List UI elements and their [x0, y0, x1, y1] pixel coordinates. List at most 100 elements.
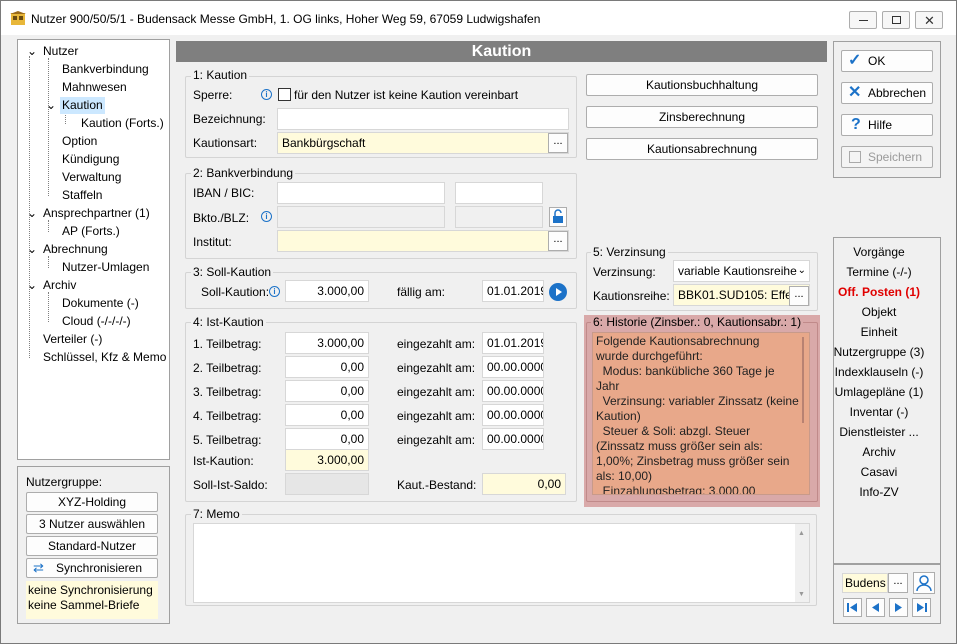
tree-expander[interactable]: ⌄: [46, 98, 56, 112]
tree-item-bankverbindung[interactable]: Bankverbindung: [62, 62, 149, 76]
tree-item-verwaltung[interactable]: Verwaltung: [62, 170, 121, 184]
link-item[interactable]: Casavi: [833, 465, 925, 479]
tree-item-schluessel[interactable]: Schlüssel, Kfz & Memo: [43, 350, 166, 364]
link-item[interactable]: Umlagepläne (1): [833, 385, 925, 399]
tree-item-archiv[interactable]: Archiv: [43, 278, 76, 292]
sperre-checkbox[interactable]: [278, 88, 291, 101]
kautionsbuchhaltung-button[interactable]: Kautionsbuchhaltung: [586, 74, 818, 96]
footer-name-field[interactable]: Budens: [842, 573, 888, 593]
chevron-down-icon: ⌄: [797, 265, 806, 276]
tree-item-kaution[interactable]: Kaution: [60, 97, 105, 114]
minimize-button[interactable]: [849, 11, 877, 29]
speichern-button[interactable]: Speichern: [841, 146, 933, 168]
ist-kaution-input[interactable]: 3.000,00: [285, 449, 369, 471]
tree-item-nutzer-umlagen[interactable]: Nutzer-Umlagen: [62, 260, 149, 274]
kautionsart-picker-button[interactable]: ...: [548, 133, 568, 153]
xyz-holding-button[interactable]: XYZ-Holding: [26, 492, 158, 512]
memo-scrollbar[interactable]: ▲ ▼: [795, 524, 809, 602]
kautionsabrechnung-button[interactable]: Kautionsabrechnung: [586, 138, 818, 160]
historie-textarea[interactable]: Folgende Kautionsabrechnung wurde durchge…: [592, 332, 810, 495]
tree-item-dokumente[interactable]: Dokumente (-): [62, 296, 139, 310]
tree-item-ap-forts[interactable]: AP (Forts.): [62, 224, 120, 238]
link-item[interactable]: Dienstleister ...: [833, 425, 925, 439]
info-icon[interactable]: i: [269, 286, 280, 297]
last-record-button[interactable]: [912, 598, 931, 617]
link-item[interactable]: Archiv: [833, 445, 925, 459]
historie-scrollbar[interactable]: [802, 337, 804, 423]
blz-input[interactable]: [455, 206, 543, 228]
nutzer-auswaehlen-button[interactable]: 3 Nutzer auswählen: [26, 514, 158, 534]
info-icon[interactable]: i: [261, 89, 272, 100]
scroll-up-icon[interactable]: ▲: [798, 530, 805, 537]
tree-item-staffeln[interactable]: Staffeln: [62, 188, 102, 202]
saldo-input[interactable]: [285, 473, 369, 495]
footer-picker-button[interactable]: ...: [888, 573, 908, 593]
user-icon[interactable]: [913, 572, 935, 594]
tree-expander[interactable]: ⌄: [27, 242, 37, 256]
institut-input[interactable]: [277, 230, 569, 252]
soll-kaution-input[interactable]: 3.000,00: [285, 280, 369, 302]
bezeichnung-input[interactable]: [277, 108, 569, 130]
tree-expander[interactable]: ⌄: [27, 44, 37, 58]
tree-item-mahnwesen[interactable]: Mahnwesen: [62, 80, 127, 94]
eingezahlt-input[interactable]: 00.00.0000: [482, 356, 544, 378]
bkto-input[interactable]: [277, 206, 445, 228]
info-icon[interactable]: i: [261, 211, 272, 222]
link-item[interactable]: Info-ZV: [833, 485, 925, 499]
institut-picker-button[interactable]: ...: [548, 231, 568, 251]
tree-item-ansprechpartner[interactable]: Ansprechpartner (1): [43, 206, 150, 220]
synchronisieren-button[interactable]: ⇄ Synchronisieren: [26, 558, 158, 578]
tree-item-option[interactable]: Option: [62, 134, 97, 148]
close-button[interactable]: ✕: [915, 11, 943, 29]
scroll-down-icon[interactable]: ▼: [798, 591, 805, 598]
zinsberechnung-button[interactable]: Zinsberechnung: [586, 106, 818, 128]
link-item[interactable]: Termine (-/-): [833, 265, 925, 279]
bkto-label: Bkto./BLZ:: [193, 211, 250, 225]
bestand-input[interactable]: 0,00: [482, 473, 566, 495]
teilbetrag-input[interactable]: 0,00: [285, 356, 369, 378]
teilbetrag-input[interactable]: 0,00: [285, 404, 369, 426]
abbrechen-button[interactable]: ✕ Abbrechen: [841, 82, 933, 104]
link-item[interactable]: Vorgänge: [833, 245, 925, 259]
link-item[interactable]: Off. Posten (1): [833, 285, 925, 299]
tree-item-abrechnung[interactable]: Abrechnung: [43, 242, 108, 256]
tree-expander[interactable]: ⌄: [27, 278, 37, 292]
memo-textarea[interactable]: ▲ ▼: [193, 523, 810, 603]
tree-item-verteiler[interactable]: Verteiler (-): [43, 332, 102, 346]
lock-icon[interactable]: [549, 207, 567, 227]
eingezahlt-label: eingezahlt am:: [397, 337, 476, 351]
tree-item-cloud[interactable]: Cloud (-/-/-/-): [62, 314, 131, 328]
link-item[interactable]: Indexklauseln (-): [833, 365, 925, 379]
faellig-label: fällig am:: [397, 285, 446, 299]
faellig-input[interactable]: 01.01.2019: [482, 280, 544, 302]
hilfe-button[interactable]: ? Hilfe: [841, 114, 933, 136]
link-item[interactable]: Einheit: [833, 325, 925, 339]
iban-input[interactable]: [277, 182, 445, 204]
eingezahlt-input[interactable]: 00.00.0000: [482, 428, 544, 450]
play-icon[interactable]: [548, 282, 568, 302]
ok-button[interactable]: ✓ OK: [841, 50, 933, 72]
bic-input[interactable]: [455, 182, 543, 204]
link-item[interactable]: Nutzergruppe (3): [833, 345, 925, 359]
teilbetrag-input[interactable]: 3.000,00: [285, 332, 369, 354]
first-record-button[interactable]: [843, 598, 862, 617]
prev-record-button[interactable]: [866, 598, 885, 617]
tree-item-nutzer[interactable]: Nutzer: [43, 44, 78, 58]
link-item[interactable]: Objekt: [833, 305, 925, 319]
eingezahlt-input[interactable]: 01.01.2019: [482, 332, 544, 354]
link-item[interactable]: Inventar (-): [833, 405, 925, 419]
eingezahlt-input[interactable]: 00.00.0000: [482, 404, 544, 426]
historie-text: Folgende Kautionsabrechnung wurde durchge…: [596, 334, 799, 494]
standard-nutzer-button[interactable]: Standard-Nutzer: [26, 536, 158, 556]
tree-item-kuendigung[interactable]: Kündigung: [62, 152, 119, 166]
verzinsung-select[interactable]: variable Kautionsreihe ⌄: [673, 260, 810, 282]
maximize-button[interactable]: [882, 11, 910, 29]
tree-item-kaution-forts[interactable]: Kaution (Forts.): [81, 116, 164, 130]
kautionsreihe-picker-button[interactable]: ...: [789, 286, 809, 306]
tree-expander[interactable]: ⌄: [27, 206, 37, 220]
teilbetrag-input[interactable]: 0,00: [285, 428, 369, 450]
next-record-button[interactable]: [889, 598, 908, 617]
kautionsart-input[interactable]: Bankbürgschaft: [277, 132, 569, 154]
teilbetrag-input[interactable]: 0,00: [285, 380, 369, 402]
eingezahlt-input[interactable]: 00.00.0000: [482, 380, 544, 402]
